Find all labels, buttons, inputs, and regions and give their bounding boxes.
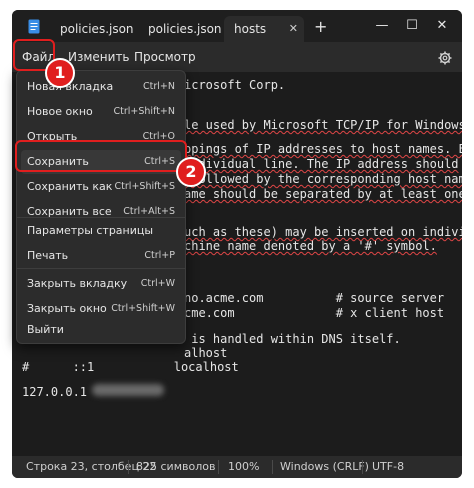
editor-line: le used by Microsoft TCP/IP for Windows. <box>184 118 462 132</box>
menu-item-shortcut: Ctrl+W <box>140 278 175 289</box>
redacted-hostname <box>92 384 164 396</box>
tab-label: policies.json <box>60 22 134 36</box>
tab-hosts[interactable]: hosts ✕ <box>224 16 304 42</box>
settings-gear-icon[interactable] <box>438 50 452 65</box>
close-tab-icon[interactable]: ✕ <box>289 16 298 42</box>
menu-item-shortcut: Ctrl+Shift+N <box>113 106 175 117</box>
editor-line: icrosoft Corp. <box>184 78 286 92</box>
menu-view[interactable]: Просмотр <box>134 42 196 72</box>
menu-item-label: Выйти <box>27 323 64 336</box>
menu-item-label: Новое окно <box>27 105 93 118</box>
tab-policies-2[interactable]: policies.json <box>142 16 222 42</box>
editor-line: no.acme.com # source server <box>184 291 445 305</box>
menu-item-shortcut: Ctrl+N <box>143 81 175 92</box>
save-item-highlight <box>15 140 187 172</box>
editor-line: is handled within DNS itself. <box>184 332 401 346</box>
editor-line: alhost <box>184 346 228 360</box>
status-divider <box>128 460 129 474</box>
status-bar: Строка 23, столбец 22 825 символов 100% … <box>12 456 462 478</box>
menu-item-label: Печать <box>27 249 69 262</box>
menu-item-new-window[interactable]: Новое окно Ctrl+Shift+N <box>21 100 181 124</box>
notepad-app-icon <box>28 19 40 34</box>
status-divider <box>272 460 273 474</box>
close-window-button[interactable]: ✕ <box>422 10 462 42</box>
status-divider <box>362 460 363 474</box>
menu-item-shortcut: Ctrl+P <box>144 250 175 261</box>
tab-policies-1[interactable]: policies.json <box>52 16 140 42</box>
tab-label: policies.json <box>148 22 222 36</box>
menu-divider <box>17 217 185 218</box>
step-2-badge: 2 <box>176 157 206 187</box>
editor-line: 127.0.0.1 <box>22 385 88 399</box>
editor-line: cme.com # x client host <box>184 306 445 320</box>
menu-bar: Файл Изменить Просмотр <box>12 42 462 72</box>
new-tab-button[interactable]: + <box>314 15 327 39</box>
menu-item-label: Параметры страницы <box>27 224 154 237</box>
editor-line: individual line. The IP address should <box>184 157 459 171</box>
menu-item-label: Закрыть вкладку <box>27 277 128 290</box>
editor-line: # ::1 localhost <box>22 360 239 374</box>
step-1-badge: 1 <box>45 58 75 88</box>
editor-line: uch as these) may be inserted on individ… <box>184 225 462 239</box>
menu-item-print[interactable]: Печать Ctrl+P <box>21 244 181 268</box>
editor-line: followed by the corresponding host name. <box>184 172 462 186</box>
title-bar: policies.json policies.json hosts ✕ + — … <box>12 10 462 42</box>
menu-item-label: Сохранить как <box>27 180 113 193</box>
menu-item-exit[interactable]: Выйти <box>21 318 181 342</box>
editor-line: ppings of IP addresses to host names. Ea… <box>184 142 462 156</box>
zoom-level[interactable]: 100% <box>228 456 259 478</box>
char-count: 825 символов <box>136 460 216 473</box>
file-menu-dropdown: Новая вкладка Ctrl+N Новое окно Ctrl+Shi… <box>16 70 186 344</box>
encoding[interactable]: UTF-8 <box>372 456 404 478</box>
line-ending[interactable]: Windows (CRLF) <box>280 456 369 478</box>
menu-item-shortcut: Ctrl+Shift+S <box>114 181 175 192</box>
menu-item-save-as[interactable]: Сохранить как Ctrl+Shift+S <box>21 175 181 199</box>
editor-line: chine name denoted by a '#' symbol. <box>184 239 437 253</box>
tab-label: hosts <box>234 22 267 36</box>
menu-item-close-tab[interactable]: Закрыть вкладку Ctrl+W <box>21 272 181 296</box>
menu-item-page-setup[interactable]: Параметры страницы <box>21 219 181 243</box>
menu-edit[interactable]: Изменить <box>68 42 130 72</box>
editor-line: ame should be separated by at least one <box>184 187 462 201</box>
menu-item-new-tab[interactable]: Новая вкладка Ctrl+N <box>21 75 181 99</box>
menu-divider <box>17 268 185 269</box>
status-divider <box>218 460 219 474</box>
